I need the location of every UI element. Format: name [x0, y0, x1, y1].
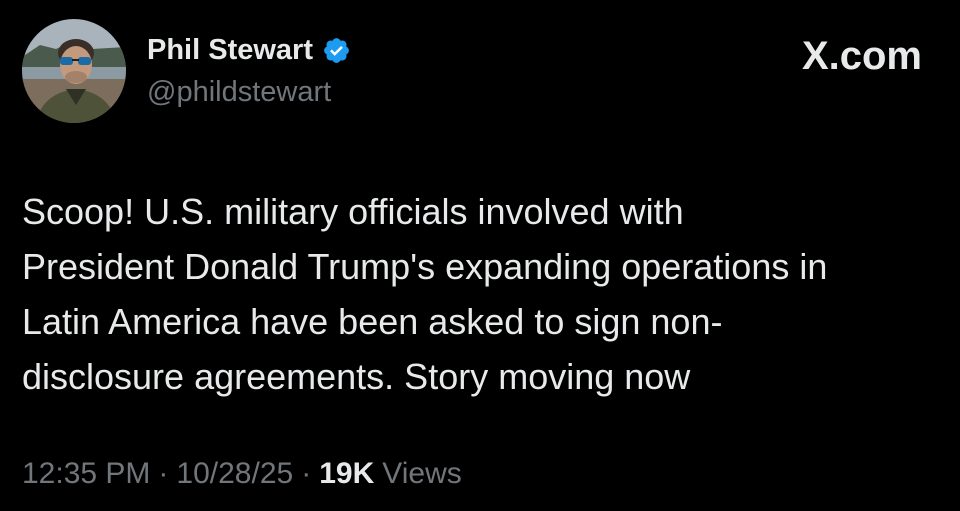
site-label: X.com: [801, 34, 922, 78]
views-count[interactable]: 19K: [319, 457, 374, 491]
site-logo[interactable]: X.com: [802, 34, 922, 79]
tweet-text: Scoop! U.S. military officials involved …: [22, 191, 828, 397]
views-label: Views: [382, 457, 462, 490]
tweet-date[interactable]: 10/28/25: [176, 457, 293, 491]
tweet-time[interactable]: 12:35 PM: [22, 457, 150, 491]
author-handle[interactable]: @phildstewart: [147, 76, 331, 109]
verified-badge-icon: [322, 36, 351, 65]
meta-separator: ·: [158, 457, 169, 490]
avatar[interactable]: [22, 19, 126, 123]
meta-separator: ·: [301, 457, 312, 490]
author-name[interactable]: Phil Stewart: [147, 34, 313, 67]
author-name-row: Phil Stewart: [147, 30, 351, 70]
tweet-meta: 12:35 PM · 10/28/25 · 19K Views: [22, 457, 462, 491]
